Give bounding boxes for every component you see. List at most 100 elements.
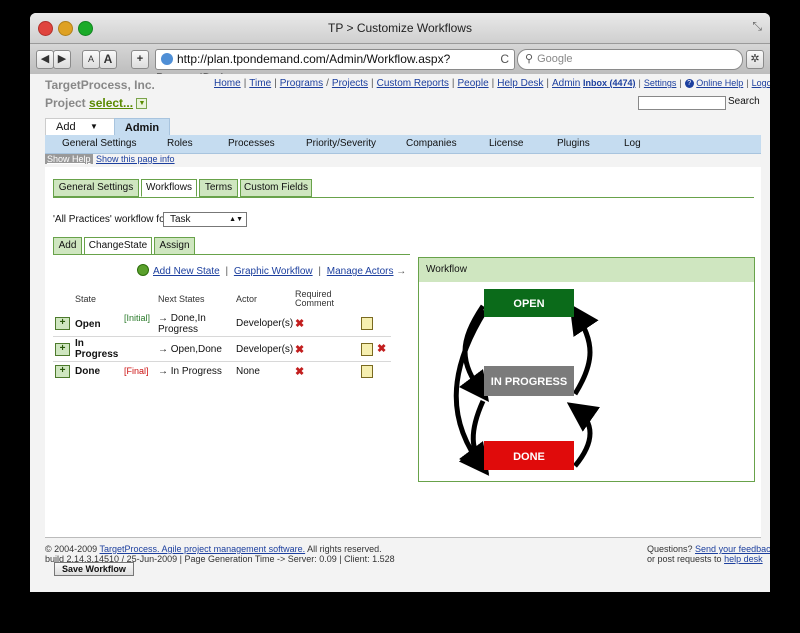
chevron-down-icon: ▼ (90, 122, 98, 131)
add-menu[interactable]: Add ▼ (45, 118, 119, 136)
add-bookmark-button[interactable]: + (131, 50, 149, 69)
save-workflow-button[interactable]: Save Workflow (54, 562, 134, 576)
table-row: + Open [Initial] → Done,In Progress Deve… (53, 310, 391, 337)
actor: Developer(s) (236, 318, 294, 329)
edit-state-icon[interactable] (361, 365, 373, 378)
tab-changestate[interactable]: ChangeState (84, 237, 152, 255)
logout-link[interactable]: Logout (752, 78, 770, 88)
page-info-link[interactable]: Show this page info (96, 154, 175, 164)
toolbar-toggle-icon[interactable]: ⤡ (752, 19, 762, 34)
menu-general-settings[interactable]: General Settings (62, 138, 137, 149)
send-feedback-link[interactable]: Send your feedback (695, 544, 770, 554)
menu-log[interactable]: Log (624, 138, 641, 149)
web-search-input[interactable]: ⚲ Google (517, 49, 743, 70)
arrow-right-icon: → (396, 266, 407, 277)
nav-help-desk[interactable]: Help Desk (497, 78, 543, 89)
actor: Developer(s) (236, 344, 294, 355)
text-smaller-button[interactable]: A (82, 50, 100, 69)
help-desk-link[interactable]: help desk (724, 554, 763, 564)
state-node-label: OPEN (513, 298, 544, 310)
tab-custom-fields[interactable]: Custom Fields (240, 179, 312, 197)
nav-programs[interactable]: Programs (280, 78, 323, 89)
workflow-tab-divider (53, 254, 410, 255)
nav-people[interactable]: People (458, 78, 489, 89)
tab-general-settings[interactable]: General Settings (53, 179, 139, 197)
settings-gear-button[interactable]: ✲ (746, 50, 764, 69)
project-select-link[interactable]: select... (89, 96, 133, 110)
entity-select-value: Task (170, 214, 191, 225)
delete-state-icon[interactable]: ✖ (377, 342, 386, 355)
menu-processes[interactable]: Processes (228, 138, 275, 149)
required-no-icon: ✖ (295, 366, 305, 378)
manage-actors-link[interactable]: Manage Actors (327, 266, 394, 277)
edit-state-icon[interactable] (361, 317, 373, 330)
table-row: + In Progress → Open,Done Developer(s) ✖… (53, 337, 391, 362)
show-help-link[interactable]: Show Help (45, 154, 93, 164)
menu-plugins[interactable]: Plugins (557, 138, 590, 149)
help-icon: ? (684, 79, 694, 89)
transition-arrow (459, 399, 489, 475)
or-post-text: or post requests to (647, 554, 722, 564)
workflow-links: Add New State | Graphic Workflow | Manag… (137, 264, 406, 277)
company-link[interactable]: TargetProcess. Agile project management … (100, 544, 306, 554)
reload-icon[interactable]: C (500, 50, 509, 69)
nav-admin[interactable]: Admin (552, 78, 580, 89)
workflow-for-label: 'All Practices' workflow for (53, 214, 168, 225)
state-tag: [Initial] (124, 313, 151, 323)
menu-priority-severity[interactable]: Priority/Severity (306, 138, 376, 149)
project-label: Project (45, 96, 86, 110)
required-no-icon: ✖ (295, 318, 305, 330)
next-states: → Done,In Progress (158, 313, 206, 335)
expand-row-button[interactable]: + (55, 343, 70, 356)
add-new-state-link[interactable]: Add New State (153, 266, 220, 277)
nav-time[interactable]: Time (249, 78, 271, 89)
settings-link[interactable]: Settings (644, 78, 677, 88)
nav-projects[interactable]: Projects (332, 78, 368, 89)
menu-license[interactable]: License (489, 138, 523, 149)
web-page: TargetProcess, Inc. Project select... ▼ … (30, 74, 770, 592)
menu-companies[interactable]: Companies (406, 138, 457, 149)
workflow-diagram: OPEN IN PROGRESS DONE (453, 289, 600, 476)
search-placeholder: Google (537, 53, 573, 65)
inbox-link[interactable]: Inbox (4474) (583, 78, 636, 88)
admin-menu: General Settings Roles Processes Priorit… (45, 135, 761, 154)
entity-select[interactable]: Task ▲▼ (163, 212, 247, 227)
next-states: → Open,Done (158, 344, 222, 355)
tab-add[interactable]: Add (53, 237, 82, 255)
online-help-link[interactable]: Online Help (696, 78, 743, 88)
search-button[interactable]: Search (728, 96, 760, 107)
dropdown-arrow-icon[interactable]: ▼ (136, 98, 148, 110)
site-search-input[interactable] (638, 96, 726, 110)
top-navigation: Home | Time | Programs / Projects | Custom Repor… (214, 78, 581, 89)
back-button[interactable]: ◀ (36, 50, 54, 69)
footer-build: build 2.14.3.14510 / 25-Jun-2009 | Page … (45, 554, 395, 564)
tab-workflows[interactable]: Workflows (141, 179, 197, 197)
footer-divider (45, 537, 761, 538)
workflow-diagram-panel: Workflow OPEN IN PROGRESS DONE (418, 257, 755, 482)
search-icon: ⚲ (525, 53, 534, 65)
expand-row-button[interactable]: + (55, 317, 70, 330)
table-row: + Done [Final] → In Progress None ✖ (53, 362, 391, 380)
edit-state-icon[interactable] (361, 343, 373, 356)
window-title: TP > Customize Workflows (328, 21, 472, 35)
address-bar[interactable]: http://plan.tpondemand.com/Admin/Workflo… (155, 49, 515, 85)
nav-home[interactable]: Home (214, 78, 241, 89)
globe-icon (161, 53, 173, 65)
questions-text: Questions? (647, 544, 693, 554)
user-navigation: Inbox (4474) | Settings |? Online Help | Logo… (583, 78, 770, 89)
state-name: Open (75, 319, 101, 330)
graphic-workflow-link[interactable]: Graphic Workflow (234, 266, 313, 277)
expand-row-button[interactable]: + (55, 365, 70, 378)
actor: None (236, 366, 260, 377)
nav-custom-reports[interactable]: Custom Reports (377, 78, 449, 89)
state-name: Done (75, 366, 100, 377)
help-bar: Show Help Show this page info (45, 154, 761, 166)
required-no-icon: ✖ (295, 344, 305, 356)
tab-assign[interactable]: Assign (154, 237, 195, 255)
menu-roles[interactable]: Roles (167, 138, 193, 149)
text-larger-button[interactable]: A (99, 50, 117, 69)
tab-terms[interactable]: Terms (199, 179, 238, 197)
forward-button[interactable]: ▶ (53, 50, 71, 69)
main-content: General Settings Workflows Terms Custom … (45, 167, 761, 576)
add-state-icon (137, 264, 149, 276)
